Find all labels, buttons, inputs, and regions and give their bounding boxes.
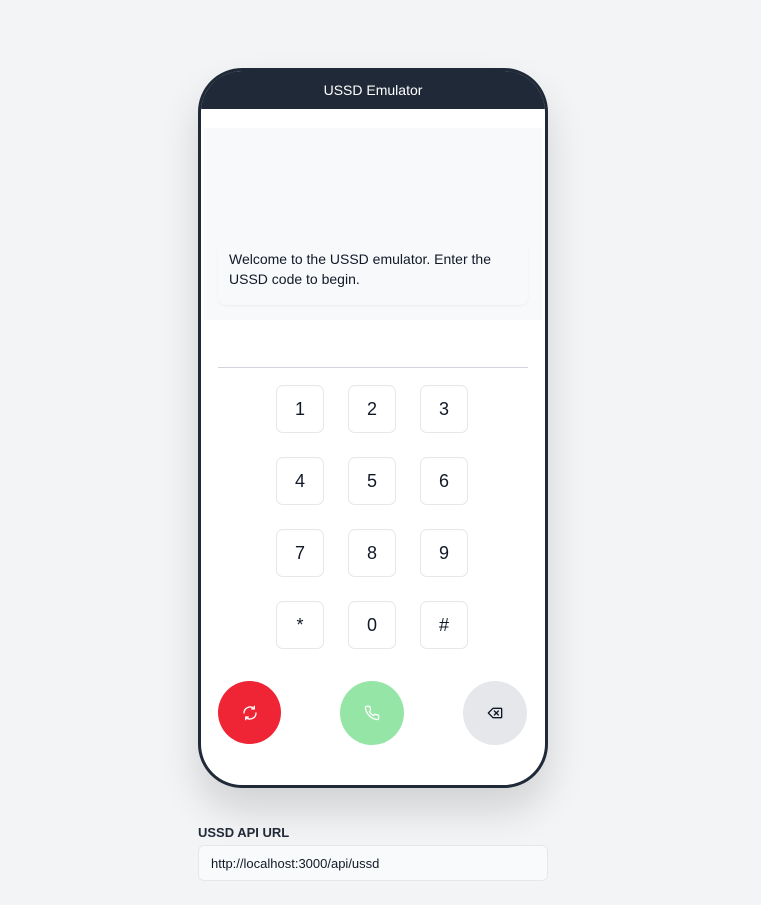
backspace-button[interactable]	[463, 681, 527, 745]
key-8[interactable]: 8	[348, 529, 396, 577]
phone-frame: USSD Emulator Welcome to the USSD emulat…	[198, 68, 548, 788]
key-6[interactable]: 6	[420, 457, 468, 505]
key-9[interactable]: 9	[420, 529, 468, 577]
header-title: USSD Emulator	[323, 82, 423, 98]
reset-button[interactable]	[218, 681, 281, 744]
ussd-screen: Welcome to the USSD emulator. Enter the …	[204, 128, 542, 320]
key-3[interactable]: 3	[420, 385, 468, 433]
refresh-icon	[242, 705, 257, 720]
call-button[interactable]	[340, 681, 404, 745]
page: USSD Emulator Welcome to the USSD emulat…	[0, 0, 761, 905]
key-1[interactable]: 1	[276, 385, 324, 433]
phone-icon	[364, 705, 380, 721]
key-0[interactable]: 0	[348, 601, 396, 649]
key-4[interactable]: 4	[276, 457, 324, 505]
api-url-label: USSD API URL	[198, 825, 290, 840]
api-url-input[interactable]	[198, 845, 548, 881]
key-5[interactable]: 5	[348, 457, 396, 505]
key-hash[interactable]: #	[420, 601, 468, 649]
key-7[interactable]: 7	[276, 529, 324, 577]
welcome-message: Welcome to the USSD emulator. Enter the …	[218, 241, 528, 305]
keypad: 1 2 3 4 5 6 7 8 9 * 0 #	[276, 385, 468, 649]
ussd-input-divider	[218, 367, 528, 368]
key-2[interactable]: 2	[348, 385, 396, 433]
phone-header: USSD Emulator	[201, 71, 545, 109]
key-star[interactable]: *	[276, 601, 324, 649]
backspace-icon	[487, 707, 503, 719]
